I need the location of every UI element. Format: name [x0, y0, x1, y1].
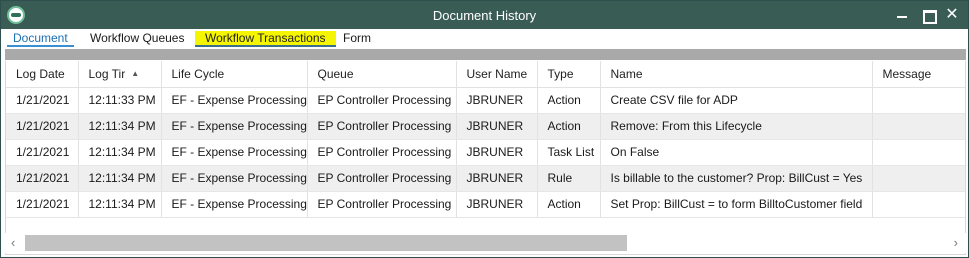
tab-form[interactable]: Form: [343, 31, 371, 47]
tab-document[interactable]: Document: [7, 31, 74, 47]
column-header-type[interactable]: Type: [537, 61, 601, 88]
cell-log-time: 12:11:34 PM: [78, 191, 162, 218]
column-header-name[interactable]: Name: [600, 61, 873, 88]
cell-type: Action: [537, 87, 601, 114]
scrollbar-thumb[interactable]: [25, 235, 627, 251]
transactions-grid: Log Date Log Tir ▲ Life Cycle Queue User …: [5, 61, 966, 255]
cell-log-date: 1/21/2021: [6, 87, 79, 114]
grid-header-row: Log Date Log Tir ▲ Life Cycle Queue User …: [6, 61, 965, 88]
window-title: Document History: [432, 8, 537, 23]
column-header-log-date[interactable]: Log Date: [6, 61, 79, 88]
table-row[interactable]: 1/21/2021 12:11:34 PM EF - Expense Proce…: [6, 139, 965, 166]
cell-log-date: 1/21/2021: [6, 139, 79, 166]
title-bar[interactable]: Document History ✕: [1, 1, 968, 29]
horizontal-scrollbar[interactable]: ‹ ›: [5, 233, 966, 253]
cell-name: On False: [600, 139, 873, 166]
table-row[interactable]: 1/21/2021 12:11:34 PM EF - Expense Proce…: [6, 165, 965, 192]
cell-log-date: 1/21/2021: [6, 165, 79, 192]
scroll-left-icon[interactable]: ‹: [11, 235, 15, 250]
tab-bar: Document Workflow Queues Workflow Transa…: [1, 29, 968, 47]
cell-type: Action: [537, 191, 601, 218]
cell-life-cycle: EF - Expense Processing: [161, 139, 308, 166]
cell-log-date: 1/21/2021: [6, 191, 79, 218]
column-header-queue[interactable]: Queue: [307, 61, 457, 88]
cell-queue: EP Controller Processing: [307, 113, 457, 140]
cell-message: [872, 165, 965, 192]
cell-name: Set Prop: BillCust = to form BilltoCusto…: [600, 191, 873, 218]
column-header-user-name[interactable]: User Name: [456, 61, 538, 88]
scroll-right-icon[interactable]: ›: [954, 235, 958, 250]
tab-workflow-transactions[interactable]: Workflow Transactions: [195, 31, 336, 47]
table-row[interactable]: 1/21/2021 12:11:34 PM EF - Expense Proce…: [6, 113, 965, 140]
cell-log-time: 12:11:34 PM: [78, 113, 162, 140]
cell-message: [872, 191, 965, 218]
cell-name: Is billable to the customer? Prop: BillC…: [600, 165, 873, 192]
cell-queue: EP Controller Processing: [307, 87, 457, 114]
cell-log-time: 12:11:34 PM: [78, 165, 162, 192]
table-row[interactable]: 1/21/2021 12:11:34 PM EF - Expense Proce…: [6, 191, 965, 218]
cell-type: Rule: [537, 165, 601, 192]
column-header-message[interactable]: Message: [872, 61, 965, 88]
cell-log-time: 12:11:34 PM: [78, 139, 162, 166]
cell-user-name: JBRUNER: [456, 87, 538, 114]
cell-log-time: 12:11:33 PM: [78, 87, 162, 114]
cell-user-name: JBRUNER: [456, 165, 538, 192]
cell-name: Remove: From this Lifecycle: [600, 113, 873, 140]
maximize-button[interactable]: [917, 5, 939, 25]
minimize-button[interactable]: [891, 5, 913, 25]
cell-life-cycle: EF - Expense Processing: [161, 165, 308, 192]
cell-name: Create CSV file for ADP: [600, 87, 873, 114]
cell-type: Task List: [537, 139, 601, 166]
cell-message: [872, 139, 965, 166]
cell-queue: EP Controller Processing: [307, 139, 457, 166]
table-row[interactable]: 1/21/2021 12:11:33 PM EF - Expense Proce…: [6, 87, 965, 114]
cell-log-date: 1/21/2021: [6, 113, 79, 140]
sort-ascending-icon: ▲: [131, 68, 140, 78]
cell-life-cycle: EF - Expense Processing: [161, 191, 308, 218]
grid-group-panel: [5, 49, 966, 60]
cell-life-cycle: EF - Expense Processing: [161, 113, 308, 140]
cell-user-name: JBRUNER: [456, 139, 538, 166]
column-header-life-cycle[interactable]: Life Cycle: [161, 61, 308, 88]
cell-message: [872, 87, 965, 114]
cell-queue: EP Controller Processing: [307, 191, 457, 218]
cell-user-name: JBRUNER: [456, 191, 538, 218]
tab-workflow-queues[interactable]: Workflow Queues: [90, 31, 184, 47]
column-header-log-time[interactable]: Log Tir ▲: [78, 61, 162, 88]
cell-queue: EP Controller Processing: [307, 165, 457, 192]
cell-type: Action: [537, 113, 601, 140]
cell-user-name: JBRUNER: [456, 113, 538, 140]
close-button[interactable]: ✕: [941, 5, 963, 25]
cell-life-cycle: EF - Expense Processing: [161, 87, 308, 114]
cell-message: [872, 113, 965, 140]
document-history-window: Document History ✕ Document Workflow Que…: [0, 0, 969, 258]
